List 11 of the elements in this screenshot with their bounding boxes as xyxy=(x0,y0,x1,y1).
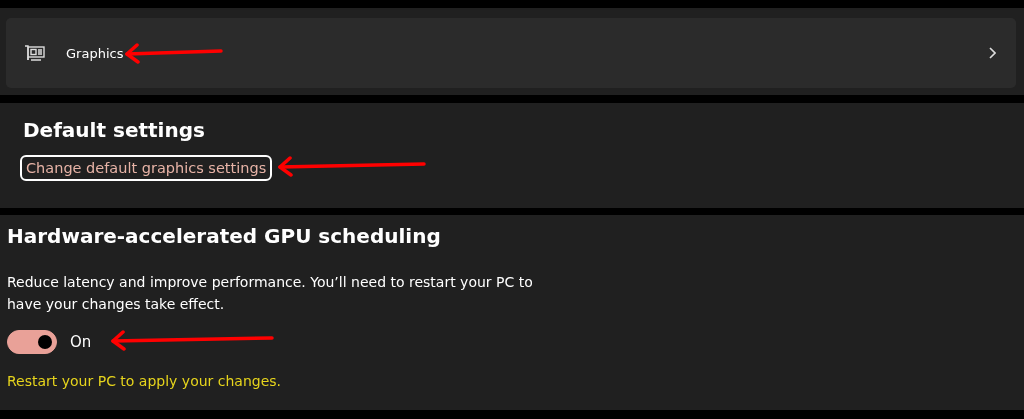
graphics-card-icon xyxy=(24,44,46,62)
restart-notice: Restart your PC to apply your changes. xyxy=(7,373,283,389)
description-text: Reduce latency and improve performance. You’ll need to restart your PC to have your changes take effect. xyxy=(7,273,534,314)
chevron-right-icon xyxy=(988,47,996,59)
section-heading: Default settings xyxy=(23,117,206,143)
settings-link[interactable]: Change default graphics settings xyxy=(20,155,273,181)
toggle-switch[interactable] xyxy=(7,330,57,354)
settings-card[interactable]: Graphics xyxy=(6,18,1016,88)
toggle-label: On xyxy=(70,333,92,351)
card-label: Graphics xyxy=(66,45,124,61)
section-heading: Hardware-accelerated GPU scheduling xyxy=(7,223,442,249)
